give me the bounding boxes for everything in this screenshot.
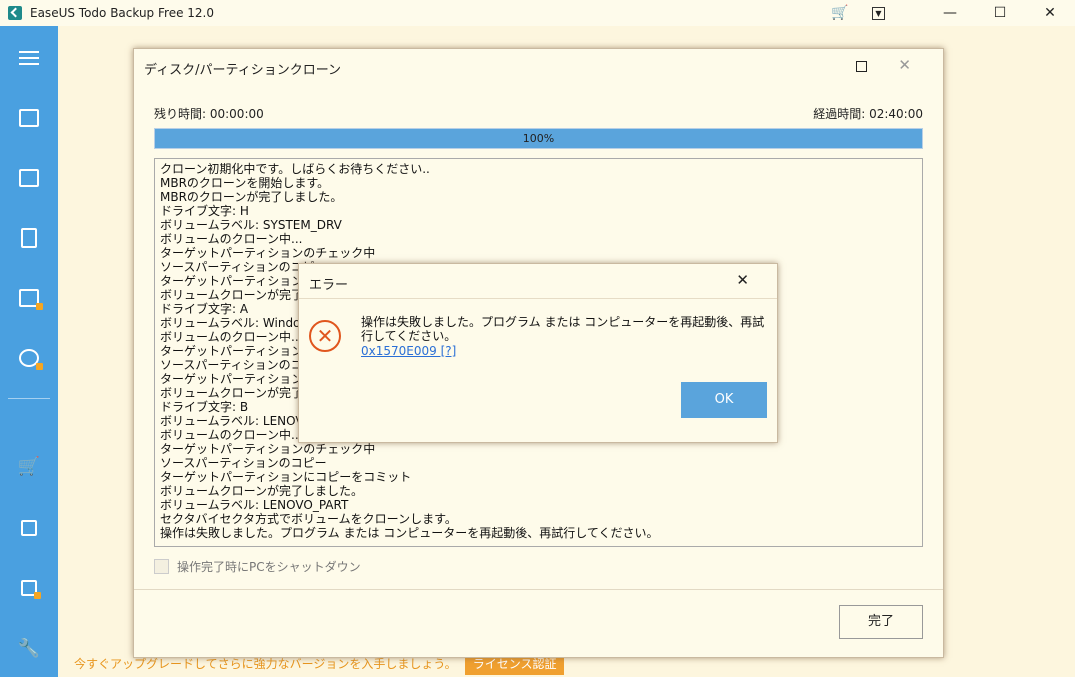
log-line: セクタバイセクタ方式でボリュームをクローンします。 xyxy=(160,512,457,526)
error-close-button[interactable]: ✕ xyxy=(736,271,749,289)
wrench-icon[interactable]: 🔧 xyxy=(0,628,58,668)
smart-backup-icon[interactable] xyxy=(0,338,58,378)
menu-icon[interactable] xyxy=(0,38,58,78)
progress-label: 100% xyxy=(522,132,555,145)
log-line: ターゲットパーティションにコピーをコミット xyxy=(160,470,412,484)
remaining-time: 残り時間: 00:00:00 xyxy=(154,107,264,121)
clone-dialog-title: ディスク/パーティションクローン xyxy=(144,63,342,78)
done-button[interactable]: 完了 xyxy=(839,605,923,639)
log-line: ボリュームクローンが完了しました。 xyxy=(160,484,364,498)
cart-icon[interactable]: 🛒 xyxy=(830,3,850,23)
log-line: ソースパーティションのコピー xyxy=(160,456,327,470)
error-message: 操作は失敗しました。プログラム または コンピューターを再起動後、再試行してくだ… xyxy=(361,315,765,343)
clone-icon[interactable] xyxy=(0,508,58,548)
sidebar: 🛒 🔧 xyxy=(0,26,58,677)
title-bar: EaseUS Todo Backup Free 12.0 🛒 ▼ — ☐ ✕ xyxy=(0,0,1075,26)
error-icon: ✕ xyxy=(309,320,341,352)
log-line: クローン初期化中です。しばらくお待ちください.. xyxy=(160,162,430,176)
file-backup-icon[interactable] xyxy=(0,218,58,258)
elapsed-time: 経過時間: 02:40:00 xyxy=(813,107,923,121)
error-dialog: エラー ✕ ✕ 操作は失敗しました。プログラム または コンピューターを再起動後… xyxy=(298,263,778,443)
shutdown-checkbox[interactable] xyxy=(154,559,169,574)
dropdown-menu-icon[interactable]: ▼ xyxy=(872,6,885,20)
dialog-divider xyxy=(134,589,943,590)
mail-backup-icon[interactable] xyxy=(0,278,58,318)
shutdown-label: 操作完了時にPCをシャットダウン xyxy=(177,560,361,574)
cart-icon[interactable]: 🛒 xyxy=(0,446,58,486)
log-line: ターゲットパーティションのチェック中 xyxy=(160,246,376,260)
error-dialog-title: エラー xyxy=(309,278,349,293)
close-button[interactable]: ✕ xyxy=(1025,0,1075,26)
log-line: MBRのクローンを開始します。 xyxy=(160,176,330,190)
system-backup-icon[interactable] xyxy=(0,158,58,198)
error-code-link[interactable]: 0x1570E009 [?] xyxy=(361,344,456,358)
app-title: EaseUS Todo Backup Free 12.0 xyxy=(30,6,214,20)
maximize-button[interactable]: ☐ xyxy=(975,0,1025,26)
log-line: 操作は失敗しました。プログラム または コンピューターを再起動後、再試行してくだ… xyxy=(160,526,659,540)
app-logo-icon xyxy=(8,6,22,20)
minimize-button[interactable]: — xyxy=(925,0,975,26)
sidebar-divider xyxy=(8,398,50,399)
tools-icon[interactable] xyxy=(0,568,58,608)
log-line: ボリュームラベル: SYSTEM_DRV xyxy=(160,218,342,232)
error-title-divider xyxy=(299,298,777,299)
lock-icon xyxy=(36,303,43,310)
dialog-maximize-button[interactable] xyxy=(856,61,867,72)
log-line: ボリュームラベル: LENOVO_PART xyxy=(160,498,349,512)
log-line: MBRのクローンが完了しました。 xyxy=(160,190,343,204)
ok-button[interactable]: OK xyxy=(681,382,767,418)
lock-icon xyxy=(36,363,43,370)
title-bar-controls: 🛒 ▼ — ☐ ✕ xyxy=(830,0,1075,26)
shutdown-option: 操作完了時にPCをシャットダウン xyxy=(154,558,361,575)
lock-icon xyxy=(34,592,41,599)
dialog-close-button[interactable]: ✕ xyxy=(898,56,911,74)
log-line: ターゲットパーティションのチェック中 xyxy=(160,442,376,456)
disk-backup-icon[interactable] xyxy=(0,98,58,138)
log-line: ドライブ文字: H xyxy=(160,204,249,218)
log-line: ボリュームのクローン中... xyxy=(160,232,303,246)
progress-bar: 100% xyxy=(154,128,923,149)
